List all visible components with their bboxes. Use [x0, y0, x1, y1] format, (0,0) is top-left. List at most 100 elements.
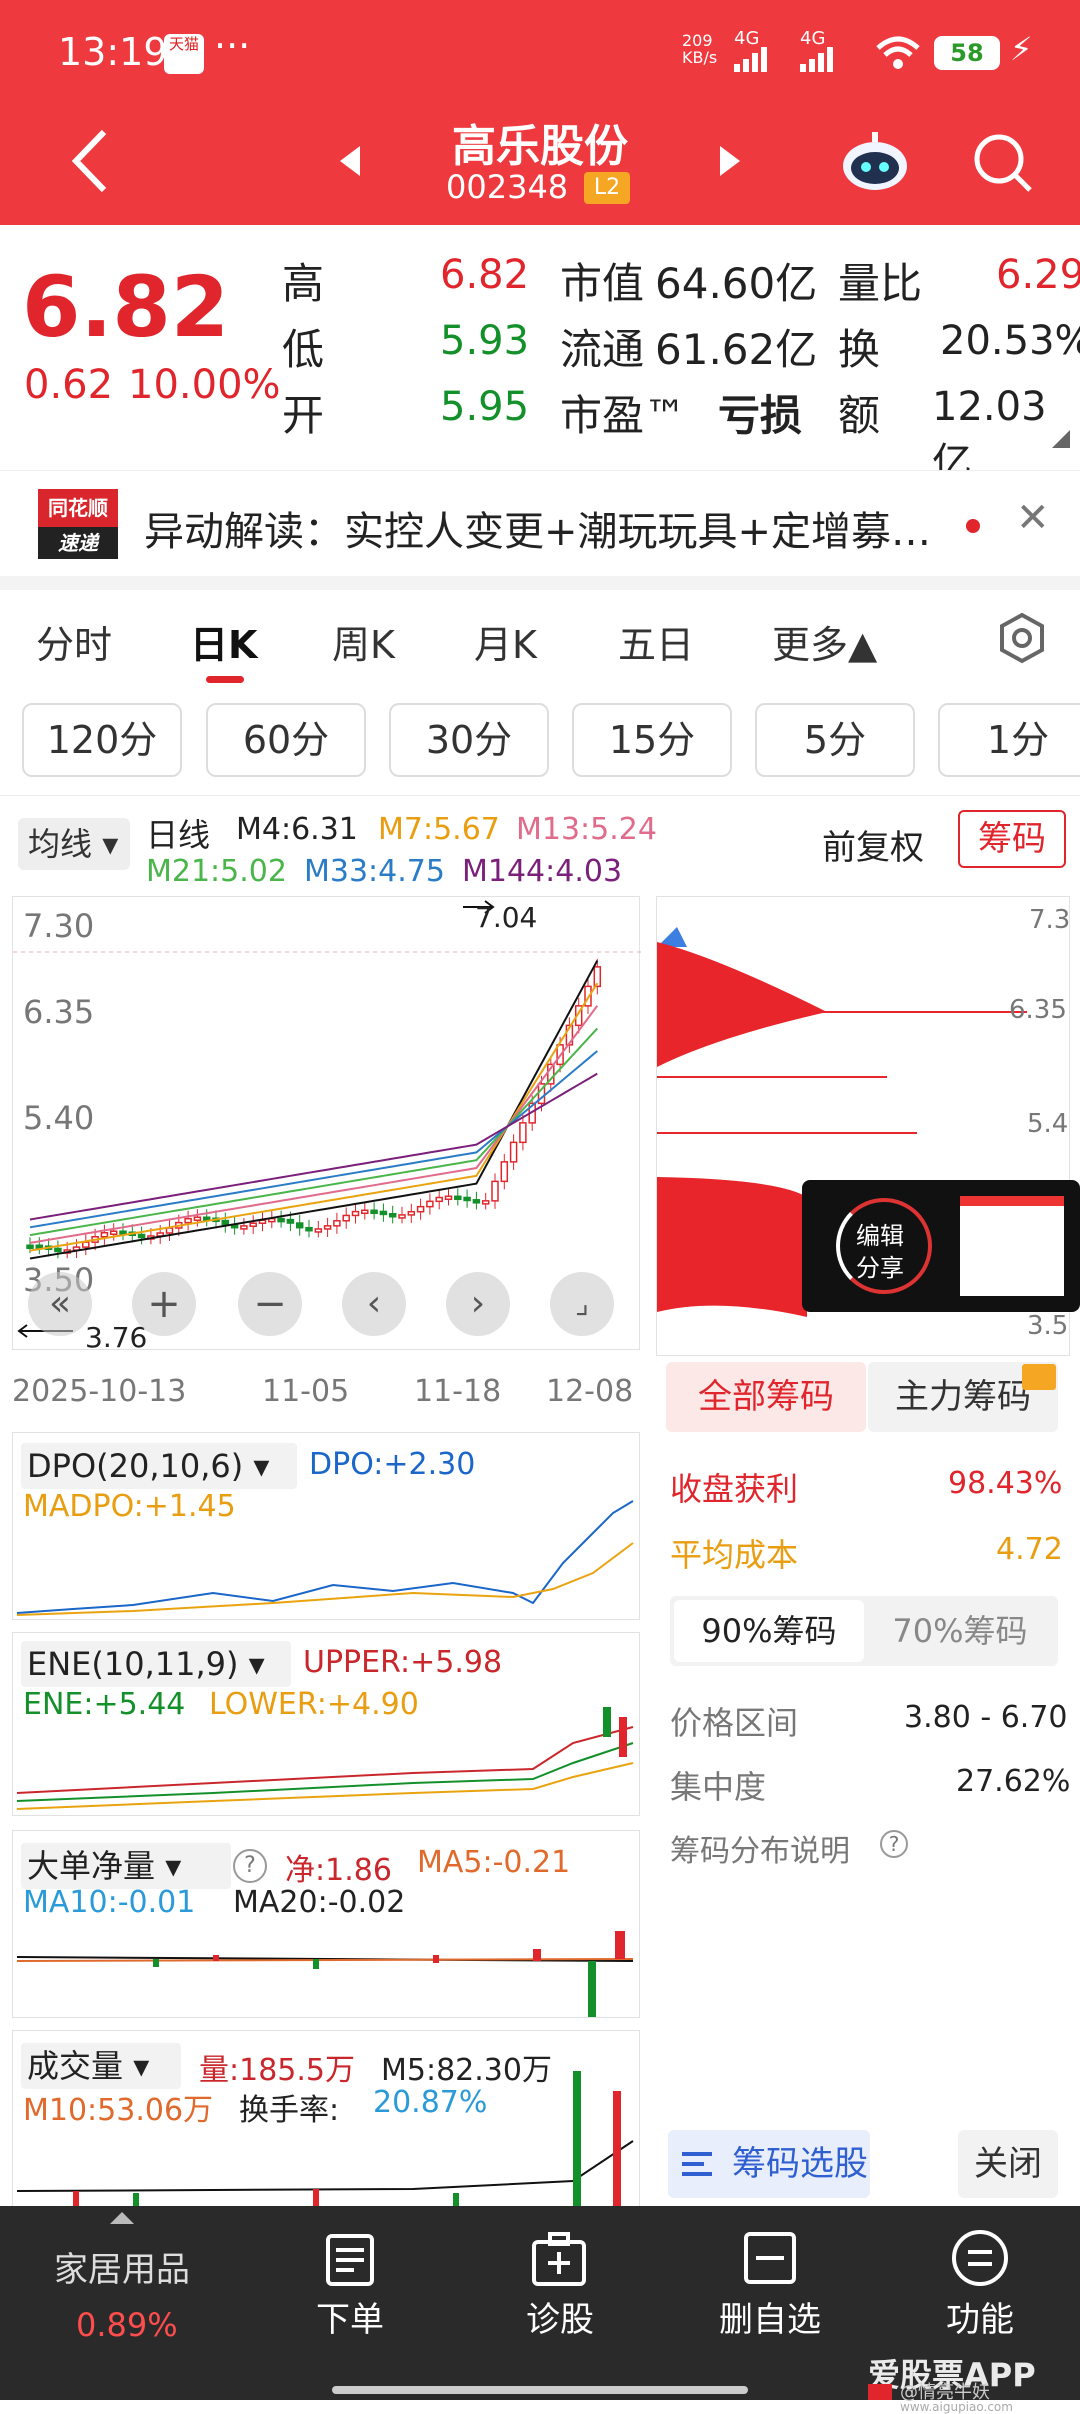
back-icon[interactable] — [66, 126, 116, 196]
help-icon[interactable]: ? — [880, 1830, 908, 1858]
prev-stock-icon[interactable] — [336, 144, 364, 178]
caret-up-icon — [110, 2212, 134, 2224]
step-right-icon[interactable]: › — [446, 1272, 510, 1336]
x-tick: 11-05 — [262, 1374, 350, 1409]
chip-peak-high — [657, 942, 827, 1067]
tab-intraday[interactable]: 分时 — [36, 614, 112, 669]
big-order-panel[interactable]: 大单净量 ▾ ? 净:1.86 MA5:-0.21 MA10:-0.01 MA2… — [12, 1830, 640, 2018]
turnover-label: 换 — [838, 325, 881, 374]
tab-90pct[interactable]: 90%筹码 — [674, 1600, 864, 1662]
tab-daily-k[interactable]: 日K — [190, 614, 257, 669]
news-headline[interactable]: 异动解读：实控人变更+潮玩玩具+定增募… — [144, 499, 931, 557]
high-value: 6.82 — [440, 252, 530, 298]
zoom-out-icon[interactable]: − — [238, 1272, 302, 1336]
period-1m[interactable]: 1分 — [938, 703, 1080, 777]
chip-toggle-button[interactable]: 筹码 — [958, 810, 1066, 868]
price-range-value: 3.80 - 6.70 — [904, 1700, 1068, 1735]
sector-change: 0.89% — [76, 2306, 178, 2344]
indicator-bar — [213, 1955, 219, 1961]
status-bar: 13:19 天猫 ··· 209 KB/s 4G 4G 58 ⚡ — [0, 0, 1080, 110]
home-indicator[interactable] — [332, 2386, 748, 2394]
nav-bar: 高乐股份 002348 L2 — [0, 110, 1080, 225]
indicator-line — [16, 1542, 634, 1616]
zoom-in-icon[interactable]: + — [132, 1272, 196, 1336]
ma-selector[interactable]: 均线 ▾ — [18, 818, 130, 870]
high-marker-label: 7.04 — [475, 901, 538, 934]
tab-all-chips[interactable]: 全部筹码 — [666, 1362, 866, 1432]
ene-selector[interactable]: ENE(10,11,9) ▾ — [21, 1641, 291, 1687]
search-icon[interactable] — [970, 130, 1036, 196]
candle — [54, 1247, 62, 1253]
candle — [370, 1209, 378, 1215]
period-60m[interactable]: 60分 — [206, 703, 366, 777]
candle — [398, 1214, 406, 1219]
pe-label: 市盈™ — [560, 391, 687, 440]
remove-watchlist-button[interactable]: 删自选 — [712, 2292, 828, 2341]
avg-cost-value: 4.72 — [996, 1532, 1063, 1567]
function-button[interactable]: 功能 — [940, 2292, 1020, 2341]
candle — [193, 1216, 202, 1221]
tmall-icon: 天猫 — [164, 34, 204, 74]
dpo-selector[interactable]: DPO(20,10,6) ▾ — [21, 1443, 297, 1489]
tab-five-day[interactable]: 五日 — [618, 614, 694, 669]
volume-panel[interactable]: 成交量 ▾ 量:185.5万 M5:82.30万 M10:53.06万 换手率:… — [12, 2030, 640, 2211]
tab-weekly-k[interactable]: 周K — [332, 614, 395, 669]
indicator-bar — [613, 2091, 621, 2211]
help-icon[interactable]: ? — [233, 1849, 267, 1883]
order-icon[interactable] — [324, 2232, 376, 2288]
candle — [286, 1218, 295, 1224]
candle — [379, 1210, 388, 1216]
candle — [416, 1205, 425, 1213]
function-menu-icon[interactable] — [950, 2228, 1010, 2288]
next-stock-icon[interactable] — [716, 144, 744, 178]
remove-watchlist-icon[interactable] — [742, 2230, 798, 2286]
open-value: 5.95 — [440, 384, 530, 430]
signal2-icon — [800, 47, 833, 72]
last-price: 6.82 — [22, 258, 230, 356]
order-button[interactable]: 下单 — [310, 2292, 390, 2341]
close-news-icon[interactable]: ✕ — [1016, 495, 1050, 541]
diagnose-icon[interactable] — [530, 2230, 588, 2288]
ma144: M144:4.03 — [462, 854, 623, 889]
dpo-panel[interactable]: DPO(20,10,6) ▾ DPO:+2.30 MADPO:+1.45 — [12, 1432, 640, 1620]
share-popup[interactable]: 编辑 分享 — [802, 1180, 1080, 1312]
express-logo: 速递 — [38, 527, 118, 559]
ene-panel[interactable]: ENE(10,11,9) ▾ UPPER:+5.98 ENE:+5.44 LOW… — [12, 1632, 640, 1816]
settings-icon[interactable] — [996, 612, 1048, 664]
robot-assistant-icon[interactable] — [840, 130, 910, 194]
period-120m[interactable]: 120分 — [22, 703, 182, 777]
volume-ratio-label: 量比 — [838, 259, 923, 308]
close-chip-button[interactable]: 关闭 — [958, 2130, 1058, 2198]
tab-70pct[interactable]: 70%筹码 — [866, 1600, 1054, 1662]
tab-monthly-k[interactable]: 月K — [474, 614, 537, 669]
kline-xaxis: 2025-10-13 11-05 11-18 12-08 — [12, 1350, 640, 1414]
adjust-forward[interactable]: 前复权 — [822, 820, 924, 869]
volume-value: 量:185.5万 — [199, 2053, 355, 2088]
big-order-selector[interactable]: 大单净量 ▾ — [21, 1843, 231, 1889]
news-bar[interactable]: 同花顺 速递 异动解读：实控人变更+潮玩玩具+定增募… ✕ — [0, 470, 1080, 576]
indicator-bar — [615, 1931, 625, 1959]
tab-more[interactable]: 更多▲ — [772, 614, 877, 669]
divider — [0, 795, 1080, 796]
ma4: M4:6.31 — [236, 812, 358, 847]
volume-selector[interactable]: 成交量 ▾ — [21, 2043, 181, 2089]
x-tick: 12-08 — [546, 1374, 634, 1409]
ths-logo: 同花顺 — [38, 489, 118, 527]
price-range-label: 价格区间 — [670, 1704, 799, 1742]
chip-help-link[interactable]: 筹码分布说明 — [670, 1826, 850, 1870]
float-value: 61.62亿 — [655, 325, 818, 374]
period-30m[interactable]: 30分 — [389, 703, 549, 777]
scroll-left-fast-icon[interactable]: « — [28, 1272, 92, 1336]
period-5m[interactable]: 5分 — [755, 703, 915, 777]
x-tick: 11-18 — [414, 1374, 502, 1409]
watermark-url: www.aigupiao.com — [900, 2400, 1013, 2414]
more-notifications-icon: ··· — [214, 24, 251, 68]
diagnose-button[interactable]: 诊股 — [520, 2292, 600, 2341]
fullscreen-icon[interactable]: ⌟ — [550, 1272, 614, 1336]
sector-name[interactable]: 家居用品 — [54, 2242, 190, 2291]
indicator-bar — [603, 1707, 611, 1737]
period-15m[interactable]: 15分 — [572, 703, 732, 777]
step-left-icon[interactable]: ‹ — [342, 1272, 406, 1336]
candle — [500, 1161, 509, 1183]
expand-corner-icon[interactable] — [1050, 428, 1072, 450]
